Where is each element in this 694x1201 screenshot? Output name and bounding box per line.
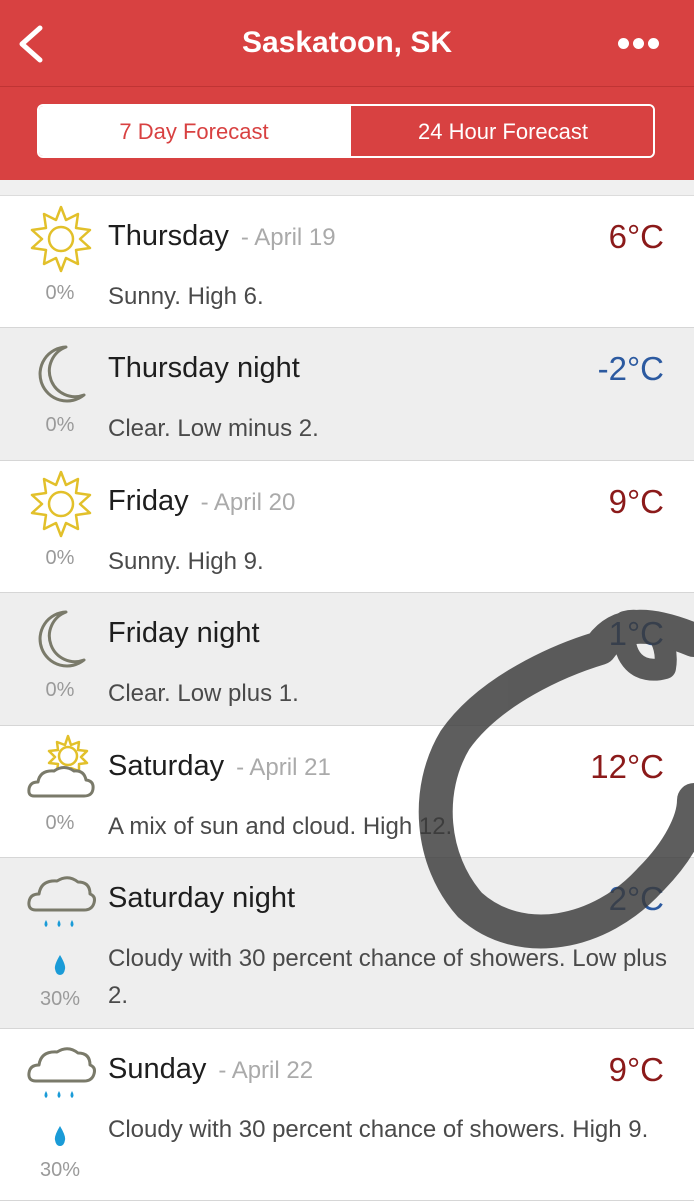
app-header: Saskatoon, SK 7 Day Forecast 24 Hour For… [0, 0, 694, 180]
temperature: 12°C [590, 748, 664, 785]
forecast-list: 0% Thursday - April 19 6°C Sunny. High 6.… [0, 180, 694, 1201]
tab-7-day-forecast[interactable]: 7 Day Forecast [39, 106, 349, 156]
period-label: Thursday - April 19 [108, 220, 336, 253]
precip-chance: 0% [45, 414, 75, 436]
sun-icon [30, 205, 92, 273]
sun-icon [30, 470, 92, 538]
period-name: Sunday [108, 1053, 207, 1085]
forecast-row[interactable]: 0% Thursday - April 19 6°C Sunny. High 6. [0, 196, 694, 328]
period-date: - April 22 [218, 1057, 314, 1084]
forecast-row[interactable]: 0% Saturday - April 21 12°C A mix of sun … [0, 726, 694, 858]
forecast-description: Clear. Low minus 2. [108, 415, 319, 442]
period-date: - April 20 [200, 489, 296, 516]
period-label: Sunday - April 22 [108, 1053, 313, 1086]
rain-cloud-icon [27, 876, 96, 927]
header-divider [0, 86, 694, 87]
temperature: 9°C [608, 1051, 664, 1088]
forecast-description: Cloudy with 30 percent chance of showers… [108, 1116, 649, 1143]
period-label: Friday night [108, 617, 260, 650]
rain-cloud-icon [27, 1047, 96, 1098]
temperature: 1°C [608, 615, 664, 652]
period-date: - April 21 [236, 754, 331, 781]
moon-icon [38, 345, 86, 403]
more-options-button[interactable] [618, 36, 666, 52]
period-name: Friday night [108, 617, 260, 649]
period-name: Saturday [108, 750, 225, 782]
sun-cloud-icon [27, 734, 95, 798]
raindrop-icon [54, 955, 66, 975]
moon-icon [38, 610, 86, 668]
period-name: Thursday [108, 220, 229, 252]
precip-chance: 30% [39, 1159, 81, 1181]
forecast-row[interactable]: 0% Friday - April 20 9°C Sunny. High 9. [0, 461, 694, 593]
temperature: 6°C [608, 218, 664, 255]
precip-chance: 0% [45, 547, 75, 569]
forecast-row[interactable]: 0% Friday night 1°C Clear. Low plus 1. [0, 593, 694, 726]
tab-24-hour-forecast[interactable]: 24 Hour Forecast [349, 106, 653, 156]
temperature: -2°C [597, 350, 664, 387]
precip-chance: 0% [45, 282, 75, 304]
precip-chance: 0% [45, 679, 75, 701]
forecast-tab-switch: 7 Day Forecast 24 Hour Forecast [37, 104, 655, 158]
forecast-description: Sunny. High 9. [108, 548, 264, 575]
temperature: 9°C [608, 483, 664, 520]
period-label: Saturday - April 21 [108, 750, 331, 783]
temperature: 2°C [608, 880, 664, 917]
forecast-row[interactable]: 30% Saturday night 2°C Cloudy with 30 pe… [0, 858, 694, 1029]
period-name: Saturday night [108, 882, 296, 914]
ellipsis-icon [618, 38, 629, 49]
precip-chance: 0% [45, 812, 75, 834]
ellipsis-icon [648, 38, 659, 49]
forecast-description: Cloudy with 30 percent chance of showers… [108, 945, 667, 1009]
ellipsis-icon [633, 38, 644, 49]
forecast-row[interactable]: 30% Sunday - April 22 9°C Cloudy with 30 … [0, 1029, 694, 1201]
forecast-description: Sunny. High 6. [108, 283, 264, 310]
period-date: - April 19 [240, 224, 336, 251]
forecast-description: A mix of sun and cloud. High 12. [108, 813, 453, 840]
forecast-description: Clear. Low plus 1. [108, 680, 299, 707]
period-label: Saturday night [108, 882, 295, 915]
page-title: Saskatoon, SK [241, 26, 453, 59]
period-label: Friday - April 20 [108, 485, 295, 518]
precip-chance: 30% [39, 988, 81, 1010]
list-top-spacer [0, 180, 694, 196]
period-name: Friday [108, 485, 189, 517]
forecast-row[interactable]: 0% Thursday night -2°C Clear. Low minus … [0, 328, 694, 461]
period-name: Thursday night [108, 352, 300, 384]
period-label: Thursday night [108, 352, 300, 385]
raindrop-icon [54, 1126, 66, 1146]
